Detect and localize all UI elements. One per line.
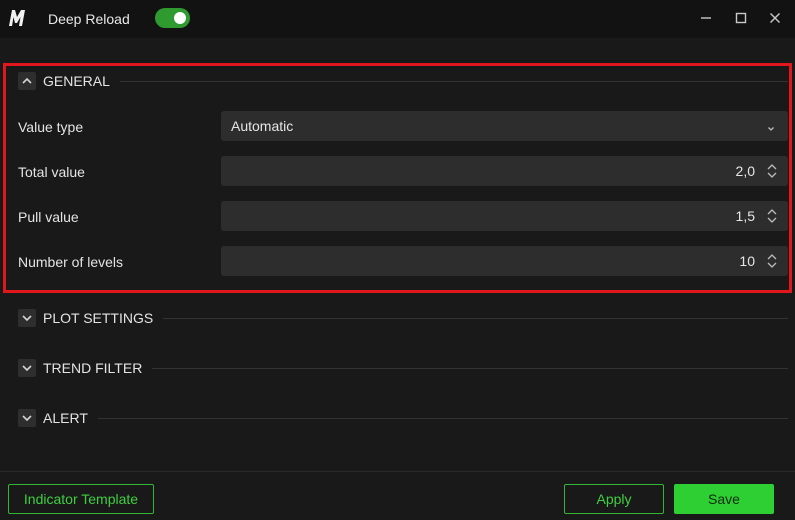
app-logo-icon bbox=[9, 10, 25, 26]
section-alert-label: ALERT bbox=[43, 410, 88, 426]
levels-value: 10 bbox=[739, 253, 755, 269]
spinner-arrows-icon[interactable] bbox=[766, 162, 778, 183]
chevron-down-icon bbox=[18, 309, 36, 327]
section-plot-settings-label: PLOT SETTINGS bbox=[43, 310, 154, 326]
pull-value-input[interactable]: 1,5 bbox=[221, 201, 788, 231]
total-value-value: 2,0 bbox=[735, 163, 755, 179]
section-divider bbox=[119, 80, 788, 82]
minimize-button[interactable] bbox=[696, 8, 716, 28]
pull-value-label: Pull value bbox=[18, 209, 79, 225]
section-general-header[interactable]: GENERAL bbox=[18, 71, 788, 91]
section-plot-settings-header[interactable]: PLOT SETTINGS bbox=[18, 308, 788, 328]
title-bar: Deep Reload bbox=[0, 0, 795, 38]
value-type-label: Value type bbox=[18, 119, 84, 135]
total-value-label: Total value bbox=[18, 164, 85, 180]
save-button[interactable]: Save bbox=[674, 484, 774, 514]
chevron-down-icon bbox=[18, 359, 36, 377]
minimize-icon bbox=[701, 17, 711, 19]
toggle-knob bbox=[174, 12, 186, 24]
total-value-input[interactable]: 2,0 bbox=[221, 156, 788, 186]
section-general-label: GENERAL bbox=[43, 73, 110, 89]
close-icon bbox=[770, 13, 780, 23]
apply-button[interactable]: Apply bbox=[564, 484, 664, 514]
pull-value-value: 1,5 bbox=[735, 208, 755, 224]
chevron-down-icon bbox=[18, 409, 36, 427]
spinner-arrows-icon[interactable] bbox=[766, 207, 778, 228]
chevron-up-icon bbox=[18, 72, 36, 90]
window-title: Deep Reload bbox=[48, 11, 130, 27]
section-trend-filter-header[interactable]: TREND FILTER bbox=[18, 358, 788, 378]
footer-divider bbox=[0, 471, 795, 472]
close-button[interactable] bbox=[765, 8, 785, 28]
maximize-button[interactable] bbox=[731, 8, 751, 28]
value-type-selected: Automatic bbox=[231, 118, 294, 134]
value-type-select[interactable]: Automatic bbox=[221, 111, 788, 141]
section-divider bbox=[97, 417, 788, 419]
spinner-arrows-icon[interactable] bbox=[766, 252, 778, 273]
enable-toggle[interactable] bbox=[155, 8, 190, 28]
levels-input[interactable]: 10 bbox=[221, 246, 788, 276]
levels-label: Number of levels bbox=[18, 254, 124, 270]
section-divider bbox=[163, 317, 788, 319]
section-divider bbox=[152, 367, 788, 369]
section-trend-filter-label: TREND FILTER bbox=[43, 360, 143, 376]
maximize-icon bbox=[735, 12, 747, 24]
indicator-template-button[interactable]: Indicator Template bbox=[8, 484, 154, 514]
section-alert-header[interactable]: ALERT bbox=[18, 408, 788, 428]
chevron-down-icon bbox=[767, 120, 775, 136]
